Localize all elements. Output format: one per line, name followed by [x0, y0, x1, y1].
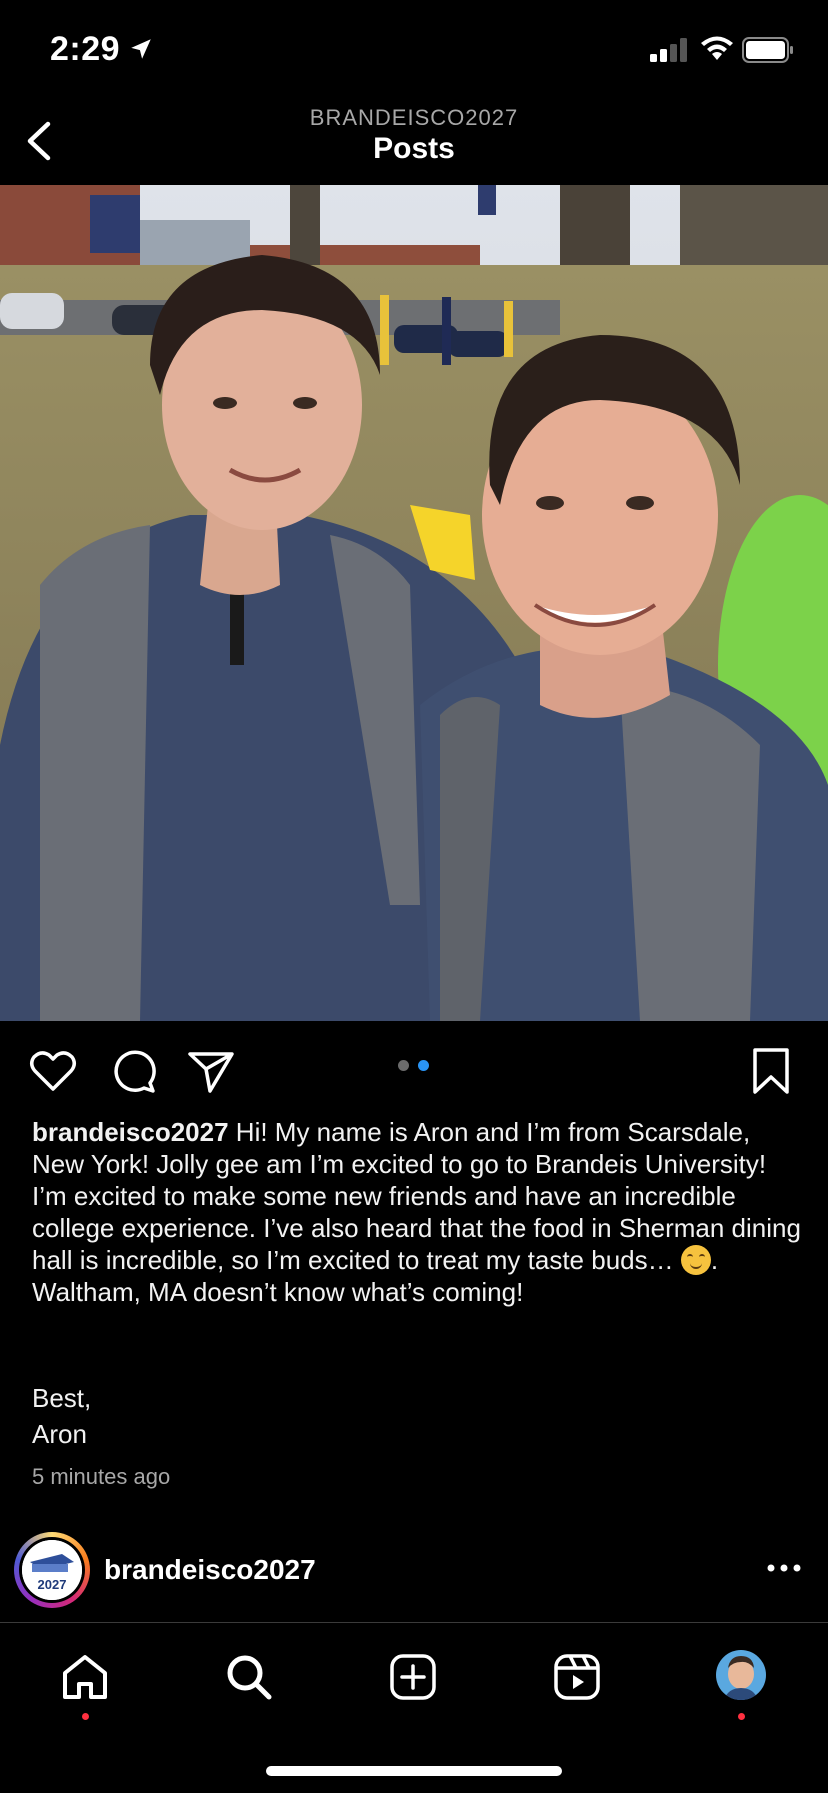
carousel-dot	[398, 1060, 409, 1071]
heart-icon[interactable]	[28, 1046, 78, 1096]
profile-picture-icon	[716, 1650, 766, 1700]
bookmark-icon[interactable]	[746, 1046, 796, 1096]
comment-icon[interactable]	[108, 1046, 158, 1096]
profile-notification-dot	[738, 1713, 745, 1720]
reels-icon[interactable]	[552, 1652, 602, 1702]
home-notification-dot	[82, 1713, 89, 1720]
create-post-icon[interactable]	[388, 1652, 438, 1702]
selfie-illustration	[0, 185, 828, 1021]
wifi-icon	[701, 36, 733, 60]
caption-username[interactable]: brandeisco2027	[32, 1117, 229, 1147]
carousel-dot-active	[418, 1060, 429, 1071]
yum-emoji-icon	[680, 1245, 711, 1275]
header-account-name: BRANDEISCO2027	[309, 105, 519, 130]
profile-avatar[interactable]	[716, 1650, 766, 1700]
post-caption: brandeisco2027 Hi! My name is Aron and I…	[32, 1116, 802, 1308]
cellular-signal-icon	[650, 38, 687, 62]
send-icon[interactable]	[186, 1046, 236, 1096]
post-username[interactable]: brandeisco2027	[104, 1554, 316, 1586]
post-photo[interactable]	[0, 185, 828, 1021]
avatar-year: 2027	[38, 1577, 67, 1592]
page-title: Posts	[373, 132, 455, 165]
more-horizontal-icon[interactable]	[766, 1562, 802, 1574]
signoff-line: Best,	[32, 1383, 92, 1413]
signoff-name: Aron	[32, 1419, 87, 1449]
battery-icon	[742, 37, 793, 63]
home-indicator[interactable]	[266, 1766, 562, 1776]
post-timestamp: 5 minutes ago	[32, 1464, 171, 1489]
avatar[interactable]: 2027	[22, 1540, 82, 1600]
home-icon[interactable]	[60, 1652, 110, 1702]
caption-signoff: Best, Aron	[32, 1380, 91, 1452]
search-icon[interactable]	[224, 1652, 274, 1702]
class-logo-icon: 2027	[22, 1540, 82, 1600]
location-arrow-icon	[131, 39, 151, 59]
status-time: 2:29	[50, 30, 121, 68]
